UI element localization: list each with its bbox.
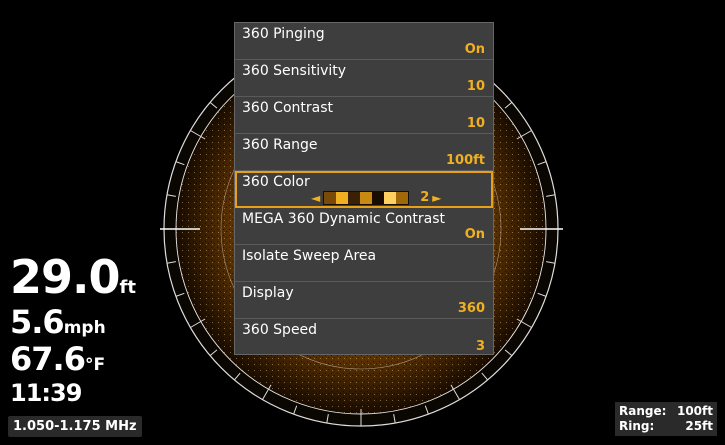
- menu-item-label: 360 Range: [242, 137, 318, 153]
- depth-readout: 29.0ft: [10, 254, 136, 300]
- temperature-value: 67.6: [10, 340, 86, 378]
- color-palette-preview: [323, 190, 410, 205]
- menu-item-label: 360 Speed: [242, 322, 318, 338]
- menu-item-value: 10: [466, 116, 485, 131]
- menu-item-label: MEGA 360 Dynamic Contrast: [242, 211, 445, 227]
- ring-value: 25ft: [685, 419, 713, 433]
- menu-item-display[interactable]: Display 360: [235, 282, 493, 319]
- menu-item-label: 360 Pinging: [242, 26, 325, 42]
- menu-item-label: 360 Sensitivity: [242, 63, 347, 79]
- arrow-left-icon[interactable]: ◄: [311, 191, 320, 205]
- menu-item-360-contrast[interactable]: 360 Contrast 10: [235, 97, 493, 134]
- menu-item-360-speed[interactable]: 360 Speed 3: [235, 319, 493, 356]
- menu-item-360-pinging[interactable]: 360 Pinging On: [235, 23, 493, 60]
- depth-value: 29.0: [10, 250, 120, 304]
- menu-item-isolate-sweep-area[interactable]: Isolate Sweep Area: [235, 245, 493, 282]
- arrow-right-icon[interactable]: ►: [432, 191, 441, 205]
- menu-item-360-range[interactable]: 360 Range 100ft: [235, 134, 493, 171]
- menu-item-value: On: [464, 42, 485, 57]
- menu-item-label: 360 Contrast: [242, 100, 333, 116]
- menu-item-value: 360: [457, 301, 485, 316]
- range-label: Range:: [619, 404, 667, 418]
- speed-value: 5.6: [10, 303, 65, 341]
- menu-item-label: Isolate Sweep Area: [242, 248, 377, 264]
- range-info-box: Range: 100ft Ring: 25ft: [615, 402, 717, 436]
- menu-item-value: 3: [475, 339, 485, 354]
- menu-item-value: On: [464, 227, 485, 242]
- temperature-unit: °F: [84, 355, 106, 375]
- menu-item-mega-360-dynamic-contrast[interactable]: MEGA 360 Dynamic Contrast On: [235, 208, 493, 245]
- menu-item-label: 360 Color: [242, 174, 310, 190]
- speed-readout: 5.6mph: [10, 306, 106, 338]
- sonar-settings-menu: 360 Pinging On 360 Sensitivity 10 360 Co…: [234, 22, 494, 355]
- menu-item-label: Display: [242, 285, 294, 301]
- range-value: 100ft: [676, 404, 713, 418]
- color-palette-selector[interactable]: ◄ 2 ►: [311, 190, 442, 205]
- frequency-badge: 1.050-1.175 MHz: [8, 416, 142, 437]
- color-value: 2: [420, 190, 430, 205]
- menu-item-360-color[interactable]: 360 Color ◄ 2 ►: [235, 171, 493, 208]
- ring-label: Ring:: [619, 419, 655, 433]
- menu-item-360-sensitivity[interactable]: 360 Sensitivity 10: [235, 60, 493, 97]
- speed-unit: mph: [63, 318, 106, 338]
- menu-item-value: 10: [466, 79, 485, 94]
- depth-unit: ft: [119, 277, 136, 298]
- menu-item-value: 100ft: [445, 153, 485, 168]
- time-readout: 11:39: [10, 379, 82, 407]
- temperature-readout: 67.6°F: [10, 343, 105, 375]
- time-value: 11:39: [10, 379, 82, 407]
